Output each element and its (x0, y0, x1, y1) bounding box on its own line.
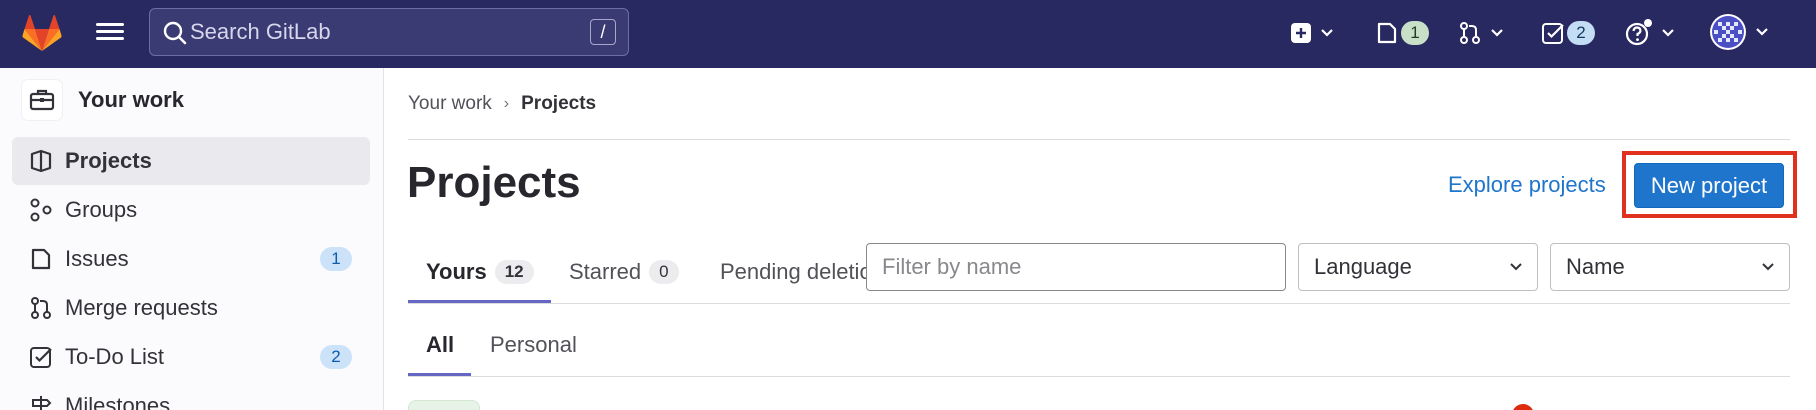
tab-label: Starred (569, 259, 642, 284)
filter-by-name-input[interactable] (866, 243, 1286, 291)
tab-starred[interactable]: Starred 0 (569, 242, 679, 302)
tab-label: Pending deletion (720, 242, 870, 302)
issues-shortcut[interactable]: 1 (1375, 14, 1429, 52)
search-input[interactable] (190, 9, 560, 55)
todo-icon (28, 344, 54, 370)
sidebar-item-issues[interactable]: Issues 1 (12, 235, 370, 283)
tab-count-badge: 12 (494, 260, 534, 284)
page-title: Projects (407, 158, 581, 207)
sidebar-item-label: Projects (65, 148, 152, 173)
search-icon (163, 21, 187, 45)
breadcrumb: Your work › Projects (408, 92, 596, 116)
new-project-button[interactable]: New project (1634, 163, 1784, 208)
search-shortcut-key: / (590, 19, 616, 45)
subtab-label: All (426, 332, 455, 357)
todo-icon (1542, 23, 1564, 44)
project-icon (28, 148, 54, 174)
merge-requests-menu[interactable] (1458, 14, 1504, 52)
divider (408, 303, 1790, 304)
tab-count-badge: 0 (649, 260, 679, 284)
tab-label: Yours (426, 259, 487, 284)
chevron-down-icon (1756, 28, 1768, 36)
tab-yours[interactable]: Yours 12 (426, 242, 534, 302)
breadcrumb-current[interactable]: Projects (521, 93, 596, 115)
sidebar-toggle-icon[interactable] (96, 20, 124, 44)
chevron-down-icon (1762, 263, 1774, 271)
subtab-personal[interactable]: Personal (490, 315, 577, 375)
issues-icon (1377, 22, 1397, 44)
avatar (1710, 14, 1746, 50)
project-avatar[interactable] (408, 400, 480, 410)
sidebar-item-label: Merge requests (65, 295, 218, 320)
chevron-down-icon (1510, 263, 1522, 271)
milestone-icon (28, 393, 54, 410)
sidebar-item-projects[interactable]: Projects (12, 137, 370, 185)
divider (408, 139, 1790, 140)
status-indicator-icon (1512, 404, 1534, 410)
briefcase-icon (22, 80, 62, 120)
sidebar-context-title[interactable]: Your work (22, 80, 184, 120)
sidebar-item-groups[interactable]: Groups (12, 186, 370, 234)
gitlab-logo-icon[interactable] (22, 14, 62, 52)
sidebar-item-label: Groups (65, 197, 138, 222)
issues-count-badge: 1 (320, 247, 352, 271)
chevron-down-icon (1321, 29, 1333, 37)
help-menu[interactable] (1625, 14, 1675, 52)
chevron-right-icon: › (503, 95, 510, 112)
divider (408, 376, 1790, 377)
todos-count-badge: 2 (320, 345, 352, 369)
language-select-value: Language (1314, 254, 1412, 279)
merge-request-icon (1460, 22, 1480, 44)
sidebar-title: Your work (78, 87, 184, 112)
search-box[interactable]: / (149, 8, 629, 56)
sidebar-item-milestones[interactable]: Milestones (12, 382, 370, 410)
issues-icon (28, 246, 54, 272)
create-new-menu[interactable] (1290, 14, 1334, 52)
chevron-down-icon (1662, 29, 1674, 37)
tab-label-text: Pending deletion (720, 259, 870, 284)
sort-select-value: Name (1566, 254, 1625, 279)
sort-select[interactable]: Name (1550, 243, 1790, 291)
plus-square-icon (1291, 23, 1311, 43)
issues-count-badge: 1 (1401, 21, 1429, 45)
chevron-down-icon (1491, 29, 1503, 37)
sidebar-item-label: Milestones (65, 393, 171, 410)
sidebar-item-todo-list[interactable]: To-Do List 2 (12, 333, 370, 381)
todos-count-badge: 2 (1567, 21, 1595, 45)
sidebar-item-merge-requests[interactable]: Merge requests (12, 284, 370, 332)
user-menu[interactable] (1709, 13, 1769, 51)
group-icon (28, 197, 54, 223)
top-bar: / 1 2 (0, 0, 1816, 68)
breadcrumb-your-work[interactable]: Your work (408, 93, 492, 115)
language-select[interactable]: Language (1298, 243, 1538, 291)
sidebar-item-label: Issues (65, 246, 129, 271)
sidebar-item-label: To-Do List (65, 344, 165, 369)
explore-projects-link[interactable]: Explore projects (1448, 172, 1606, 198)
subtab-all[interactable]: All (426, 315, 454, 375)
help-icon (1625, 19, 1652, 46)
subtab-label: Personal (490, 332, 577, 357)
merge-request-icon (28, 295, 54, 321)
sidebar: Your work Projects Groups Issues 1 Merge… (0, 68, 384, 410)
tab-pending-deletion[interactable]: Pending deletion (720, 242, 870, 302)
todos-shortcut[interactable]: 2 (1541, 14, 1595, 52)
